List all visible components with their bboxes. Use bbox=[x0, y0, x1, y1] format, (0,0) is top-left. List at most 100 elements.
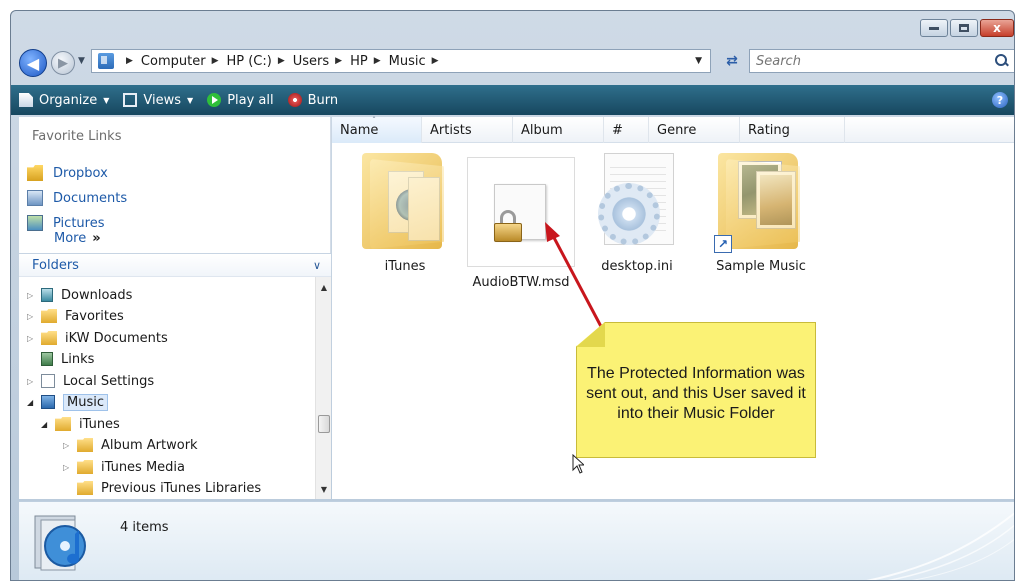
tree-item-itunes[interactable]: ◢ iTunes bbox=[41, 414, 120, 434]
column-header-genre[interactable]: Genre bbox=[649, 117, 740, 143]
tree-item-links[interactable]: Links bbox=[27, 349, 94, 369]
search-box[interactable] bbox=[749, 49, 1014, 73]
tree-item-music[interactable]: ◢ Music bbox=[27, 392, 108, 412]
play-all-button[interactable]: Play all bbox=[207, 92, 274, 108]
scrollbar-thumb[interactable] bbox=[318, 415, 330, 433]
tree-item-label: iTunes Media bbox=[101, 459, 186, 475]
gear-icon bbox=[598, 183, 660, 245]
breadcrumb-label[interactable]: Music bbox=[389, 54, 426, 69]
column-label: Genre bbox=[657, 122, 697, 138]
shortcut-folder-icon bbox=[41, 374, 55, 388]
breadcrumb-label[interactable]: HP (C:) bbox=[226, 54, 271, 69]
tree-item-favorites[interactable]: ▷ Favorites bbox=[27, 306, 124, 326]
views-label: Views bbox=[143, 92, 182, 108]
collapse-icon[interactable]: ◢ bbox=[27, 398, 37, 407]
folder-icon bbox=[77, 481, 93, 495]
maximize-button[interactable] bbox=[950, 19, 978, 37]
collapse-icon[interactable]: ◢ bbox=[41, 420, 51, 429]
expand-icon[interactable]: ▷ bbox=[27, 377, 37, 386]
command-bar: Organize ▼ Views ▼ Play all Burn ? bbox=[11, 85, 1014, 115]
forward-button[interactable]: ▶ bbox=[51, 51, 75, 75]
minimize-icon bbox=[929, 26, 939, 30]
recent-pages-dropdown[interactable]: ▼ bbox=[78, 56, 85, 66]
folder-tree-scrollbar[interactable]: ▲ ▼ bbox=[315, 277, 331, 499]
column-label: Artists bbox=[430, 122, 472, 138]
scroll-up-icon[interactable]: ▲ bbox=[316, 279, 332, 295]
padlock-body bbox=[494, 223, 522, 242]
address-bar[interactable]: ▶ Computer ▶ HP (C:) ▶ Users ▶ HP ▶ Music ▶ ▼ bbox=[91, 49, 711, 73]
lock-icon bbox=[467, 157, 575, 267]
file-item-itunes[interactable]: iTunes bbox=[350, 149, 460, 274]
address-dropdown-icon[interactable]: ▼ bbox=[695, 56, 702, 66]
tree-item-label: iTunes bbox=[79, 416, 120, 432]
folders-header[interactable]: Folders ∨ bbox=[19, 253, 331, 277]
search-input[interactable] bbox=[756, 53, 976, 69]
chevron-down-icon: ▼ bbox=[187, 95, 194, 105]
favorite-link-documents[interactable]: Documents bbox=[27, 190, 127, 206]
folder-icon bbox=[55, 417, 71, 431]
tree-item-label: Local Settings bbox=[63, 373, 155, 389]
help-button[interactable]: ? bbox=[992, 92, 1008, 108]
column-headers: Name ˆ Artists Album # Genre Rating bbox=[332, 116, 1014, 143]
favorite-link-dropbox[interactable]: Dropbox bbox=[27, 165, 108, 181]
breadcrumb-hp[interactable]: ▶ HP bbox=[329, 54, 368, 69]
breadcrumb-users[interactable]: ▶ Users bbox=[272, 54, 329, 69]
breadcrumb-label[interactable]: HP bbox=[350, 54, 368, 69]
caption-buttons: x bbox=[920, 19, 1014, 37]
favorite-link-label: Pictures bbox=[53, 215, 105, 231]
tree-item-album-artwork[interactable]: ▷ Album Artwork bbox=[63, 435, 198, 455]
more-links-button[interactable]: More » bbox=[54, 231, 101, 246]
column-label: # bbox=[612, 122, 623, 138]
close-button[interactable]: x bbox=[980, 19, 1014, 37]
expand-icon[interactable]: ▷ bbox=[27, 334, 37, 343]
organize-label: Organize bbox=[39, 92, 98, 108]
tree-item-label: Album Artwork bbox=[101, 437, 198, 453]
column-header-artists[interactable]: Artists bbox=[422, 117, 513, 143]
mouse-cursor-icon bbox=[572, 454, 584, 474]
expand-icon[interactable]: ▷ bbox=[63, 463, 73, 472]
file-label: Sample Music bbox=[716, 259, 806, 274]
play-all-label: Play all bbox=[227, 92, 274, 108]
column-header-rating[interactable]: Rating bbox=[740, 117, 845, 143]
minimize-button[interactable] bbox=[920, 19, 948, 37]
organize-button[interactable]: Organize ▼ bbox=[19, 93, 109, 108]
scroll-down-icon[interactable]: ▼ bbox=[316, 481, 332, 497]
pictures-icon bbox=[27, 215, 43, 231]
tree-item-itunes-media[interactable]: ▷ iTunes Media bbox=[63, 457, 185, 477]
column-header-name[interactable]: Name ˆ bbox=[332, 116, 422, 143]
item-count: 4 items bbox=[120, 520, 169, 535]
tree-item-previous-itunes-libraries[interactable]: Previous iTunes Libraries bbox=[63, 478, 261, 498]
column-header-album[interactable]: Album bbox=[513, 117, 604, 143]
column-header-track-number[interactable]: # bbox=[604, 117, 649, 143]
breadcrumb-label[interactable]: Computer bbox=[141, 54, 206, 69]
breadcrumb-drive[interactable]: ▶ HP (C:) bbox=[206, 54, 272, 69]
back-button[interactable]: ◀ bbox=[19, 49, 47, 77]
breadcrumb-label[interactable]: Users bbox=[293, 54, 329, 69]
file-label: desktop.ini bbox=[601, 259, 673, 274]
burn-button[interactable]: Burn bbox=[287, 93, 338, 108]
expand-icon[interactable]: ▷ bbox=[27, 312, 37, 321]
folders-title: Folders bbox=[32, 257, 79, 273]
links-folder-icon bbox=[41, 352, 53, 366]
file-item-sample-music[interactable]: ↗ Sample Music bbox=[706, 149, 816, 274]
expand-icon[interactable]: ▷ bbox=[27, 291, 37, 300]
folder-icon bbox=[77, 438, 93, 452]
folder-icon bbox=[356, 149, 454, 251]
maximize-icon bbox=[959, 24, 969, 32]
file-item-desktop-ini[interactable]: desktop.ini bbox=[582, 149, 692, 274]
refresh-button[interactable]: ⇄ bbox=[717, 49, 747, 73]
file-item-audiobtw[interactable]: AudioBTW.msd bbox=[466, 157, 576, 290]
tree-item-downloads[interactable]: ▷ Downloads bbox=[27, 285, 132, 305]
expand-icon[interactable]: ▷ bbox=[63, 441, 73, 450]
favorites-folder-icon bbox=[41, 309, 57, 323]
search-icon[interactable] bbox=[995, 54, 1009, 68]
folder-front bbox=[726, 159, 800, 249]
close-icon: x bbox=[993, 21, 1001, 35]
views-button[interactable]: Views ▼ bbox=[123, 93, 193, 108]
favorite-link-pictures[interactable]: Pictures bbox=[27, 215, 104, 231]
tree-item-ikw-documents[interactable]: ▷ iKW Documents bbox=[27, 328, 168, 348]
breadcrumb-music[interactable]: ▶ Music ▶ bbox=[368, 54, 447, 69]
tree-item-local-settings[interactable]: ▷ Local Settings bbox=[27, 371, 154, 391]
breadcrumb-computer[interactable]: ▶ Computer bbox=[120, 54, 206, 69]
folder-icon bbox=[41, 331, 57, 345]
